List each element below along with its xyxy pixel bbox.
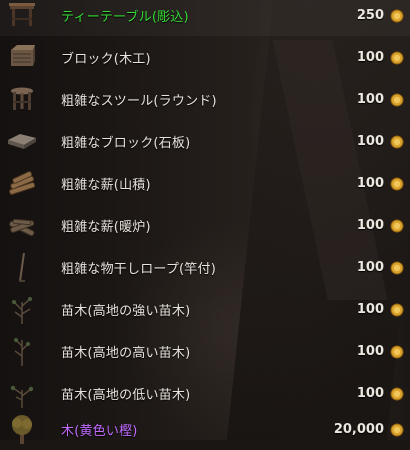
- woodwork-block-icon: [4, 39, 40, 75]
- item-name: 粗雑な物干しロープ(竿付): [61, 261, 216, 277]
- item-price: 100: [356, 217, 384, 233]
- shop-item-row[interactable]: 粗雑な薪(暖炉) 100: [0, 204, 410, 246]
- yellow-oak-tree-icon: [4, 411, 40, 447]
- gold-coin-icon: [390, 386, 404, 401]
- sapling-tall-icon: [4, 333, 40, 369]
- item-price: 100: [356, 259, 384, 275]
- stone-slab-block-icon: [4, 123, 40, 159]
- gold-coin-icon: [390, 218, 404, 233]
- piled-firewood-icon: [4, 165, 40, 201]
- item-name: 粗雑な薪(山積): [61, 177, 151, 193]
- item-name: ブロック(木工): [61, 51, 151, 67]
- shop-item-list: ティーテーブル(彫込) 250 ブロック(木工) 100 粗雑なスツール(ラウンド) 10…: [0, 0, 410, 444]
- item-price: 100: [356, 175, 384, 191]
- shop-item-row[interactable]: 苗木(高地の高い苗木) 100: [0, 330, 410, 372]
- item-price: 100: [356, 49, 384, 65]
- item-name: 苗木(高地の強い苗木): [61, 303, 191, 319]
- item-price: 20,000: [333, 421, 384, 437]
- shop-item-row[interactable]: ブロック(木工) 100: [0, 36, 410, 78]
- item-name: 粗雑なブロック(石板): [61, 135, 191, 151]
- item-price: 100: [356, 91, 384, 107]
- clothesline-pole-icon: [4, 249, 40, 285]
- item-name: 木(黄色い樫): [61, 423, 138, 439]
- item-name: 苗木(高地の高い苗木): [61, 345, 191, 361]
- item-name: 粗雑な薪(暖炉): [61, 219, 151, 235]
- fireplace-firewood-icon: [4, 207, 40, 243]
- shop-item-row[interactable]: 粗雑な薪(山積) 100: [0, 162, 410, 204]
- gold-coin-icon: [390, 8, 404, 23]
- shop-item-row[interactable]: 苗木(高地の強い苗木) 100: [0, 288, 410, 330]
- gold-coin-icon: [390, 344, 404, 359]
- gold-coin-icon: [390, 260, 404, 275]
- item-price: 100: [356, 301, 384, 317]
- item-price: 100: [356, 133, 384, 149]
- sapling-strong-icon: [4, 291, 40, 327]
- shop-item-row[interactable]: 粗雑なブロック(石板) 100: [0, 120, 410, 162]
- carved-tea-table-icon: [4, 0, 40, 33]
- gold-coin-icon: [390, 176, 404, 191]
- item-price: 100: [356, 343, 384, 359]
- gold-coin-icon: [390, 50, 404, 65]
- gold-coin-icon: [390, 422, 404, 437]
- gold-coin-icon: [390, 134, 404, 149]
- gold-coin-icon: [390, 302, 404, 317]
- shop-item-row[interactable]: 粗雑なスツール(ラウンド) 100: [0, 78, 410, 120]
- round-stool-icon: [4, 81, 40, 117]
- item-name: 苗木(高地の低い苗木): [61, 387, 191, 403]
- item-price: 250: [356, 7, 384, 23]
- gold-coin-icon: [390, 92, 404, 107]
- shop-item-row[interactable]: 粗雑な物干しロープ(竿付) 100: [0, 246, 410, 288]
- shop-item-row[interactable]: 木(黄色い樫) 20,000: [0, 408, 410, 450]
- shop-item-row[interactable]: ティーテーブル(彫込) 250: [0, 0, 410, 36]
- item-price: 100: [356, 385, 384, 401]
- sapling-low-icon: [4, 375, 40, 411]
- item-name: 粗雑なスツール(ラウンド): [61, 93, 217, 109]
- item-name: ティーテーブル(彫込): [61, 9, 189, 25]
